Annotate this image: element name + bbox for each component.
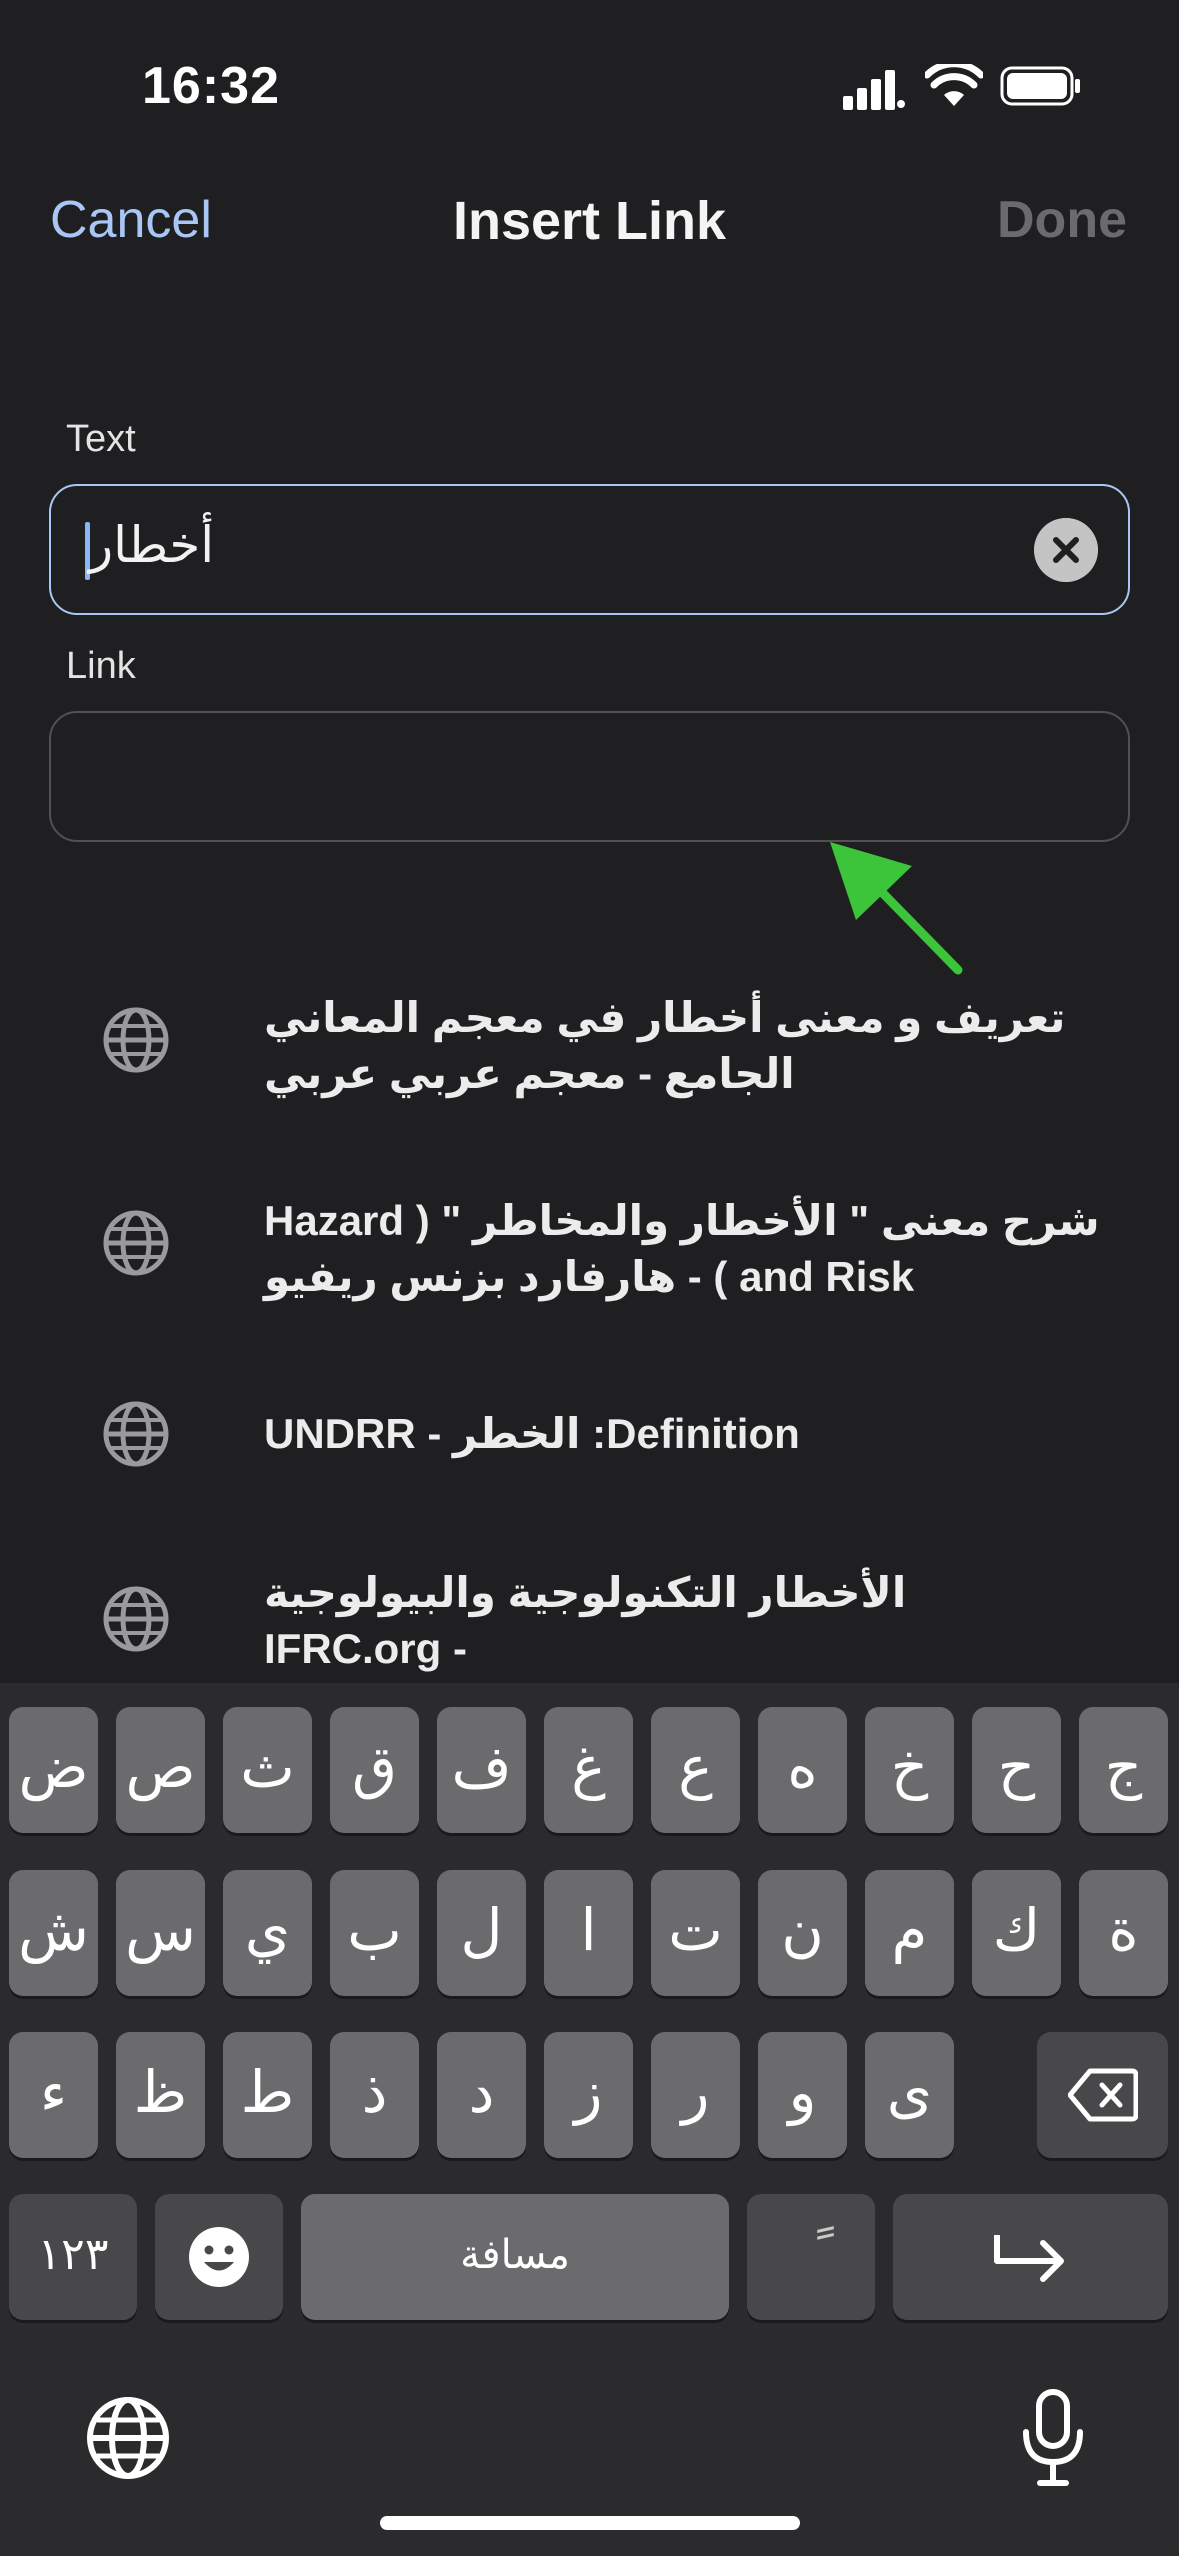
link-field-label: Link <box>66 645 136 687</box>
suggestion-item[interactable]: الأخطار التكنولوجية والبيولوجية - IFRC.o… <box>0 1565 1179 1683</box>
cellular-signal-icon <box>843 70 905 110</box>
suggestion-item[interactable]: شرح معنى " الأخطار والمخاطر " ( Hazard a… <box>0 1193 1179 1333</box>
globe-icon <box>103 1586 169 1652</box>
key[interactable]: ل <box>437 1870 526 1996</box>
suggestion-line: الأخطار التكنولوجية والبيولوجية <box>264 1569 907 1616</box>
suggestion-line: - IFRC.org <box>264 1625 467 1672</box>
key[interactable]: ز <box>544 2032 633 2158</box>
suggestion-title: الأخطار التكنولوجية والبيولوجية - IFRC.o… <box>264 1565 1124 1677</box>
key[interactable]: ش <box>9 1870 98 1996</box>
status-bar: 16:32 <box>0 0 1179 170</box>
key[interactable]: ة <box>1079 1870 1168 1996</box>
key[interactable]: ق <box>330 1707 419 1833</box>
wifi-icon <box>925 64 983 106</box>
nav-bar: Insert Link Cancel Done <box>0 190 1179 270</box>
diacritic-key[interactable]: ً <box>747 2194 875 2320</box>
suggestion-line: شرح معنى " الأخطار والمخاطر " ( Hazard <box>264 1197 1100 1244</box>
clear-text-icon[interactable] <box>1034 518 1098 582</box>
key[interactable]: ر <box>651 2032 740 2158</box>
keyboard: ض ص ث ق ف غ ع ه خ ح ج ش س ي ب ل ا ت ن م … <box>0 1683 1179 2556</box>
key[interactable]: ص <box>116 1707 205 1833</box>
annotation-arrow-icon <box>830 842 963 975</box>
key[interactable]: غ <box>544 1707 633 1833</box>
return-arrow-icon <box>993 2235 1064 2282</box>
globe-icon <box>103 1007 169 1073</box>
key[interactable]: س <box>116 1870 205 1996</box>
backspace-icon <box>1067 2068 1138 2122</box>
key[interactable]: ا <box>544 1870 633 1996</box>
keyboard-globe-icon[interactable] <box>84 2394 172 2482</box>
key[interactable]: ط <box>223 2032 312 2158</box>
text-field-value: أخطار <box>89 517 215 573</box>
suggestion-item[interactable]: تعريف و معنى أخطار في معجم المعاني الجام… <box>0 990 1179 1130</box>
microphone-icon[interactable] <box>1018 2388 1088 2488</box>
done-button[interactable]: Done <box>997 190 1127 250</box>
emoji-key[interactable] <box>155 2194 283 2320</box>
key[interactable]: ن <box>758 1870 847 1996</box>
key[interactable]: ء <box>9 2032 98 2158</box>
home-indicator[interactable] <box>380 2516 800 2530</box>
text-field[interactable]: أخطار <box>49 484 1130 615</box>
key[interactable]: ح <box>972 1707 1061 1833</box>
key[interactable]: و <box>758 2032 847 2158</box>
suggestion-line: تعريف و معنى أخطار في معجم المعاني <box>264 994 1066 1041</box>
key[interactable]: ض <box>9 1707 98 1833</box>
key[interactable]: ج <box>1079 1707 1168 1833</box>
key[interactable]: ع <box>651 1707 740 1833</box>
suggestion-title: شرح معنى " الأخطار والمخاطر " ( Hazard a… <box>264 1193 1124 1305</box>
suggestion-line: and Risk ) - هارفارد بزنس ريفيو <box>264 1253 915 1300</box>
suggestion-item[interactable]: Definition: الخطر - UNDRR <box>0 1400 1179 1480</box>
key[interactable]: ه <box>758 1707 847 1833</box>
key[interactable]: ى <box>865 2032 954 2158</box>
return-key[interactable] <box>893 2194 1168 2320</box>
status-time: 16:32 <box>142 57 280 115</box>
globe-icon <box>103 1210 169 1276</box>
key[interactable]: خ <box>865 1707 954 1833</box>
battery-icon <box>1000 66 1080 106</box>
numbers-key[interactable]: ١٢٣ <box>9 2194 137 2320</box>
key[interactable]: ث <box>223 1707 312 1833</box>
cancel-button[interactable]: Cancel <box>50 190 212 250</box>
key[interactable]: د <box>437 2032 526 2158</box>
suggestion-title: Definition: الخطر - UNDRR <box>264 1406 1124 1462</box>
key[interactable]: ظ <box>116 2032 205 2158</box>
key[interactable]: ذ <box>330 2032 419 2158</box>
key[interactable]: م <box>865 1870 954 1996</box>
space-key[interactable]: مسافة <box>301 2194 729 2320</box>
suggestion-title: تعريف و معنى أخطار في معجم المعاني الجام… <box>264 990 1124 1102</box>
key[interactable]: ف <box>437 1707 526 1833</box>
suggestion-line: الجامع - معجم عربي عربي <box>264 1050 795 1097</box>
key[interactable]: ت <box>651 1870 740 1996</box>
key[interactable]: ب <box>330 1870 419 1996</box>
emoji-icon <box>189 2227 249 2287</box>
globe-icon <box>103 1401 169 1467</box>
backspace-key[interactable] <box>1037 2032 1168 2158</box>
text-field-label: Text <box>66 418 136 460</box>
key[interactable]: ي <box>223 1870 312 1996</box>
suggestion-line: Definition: الخطر - UNDRR <box>264 1410 800 1457</box>
key[interactable]: ك <box>972 1870 1061 1996</box>
